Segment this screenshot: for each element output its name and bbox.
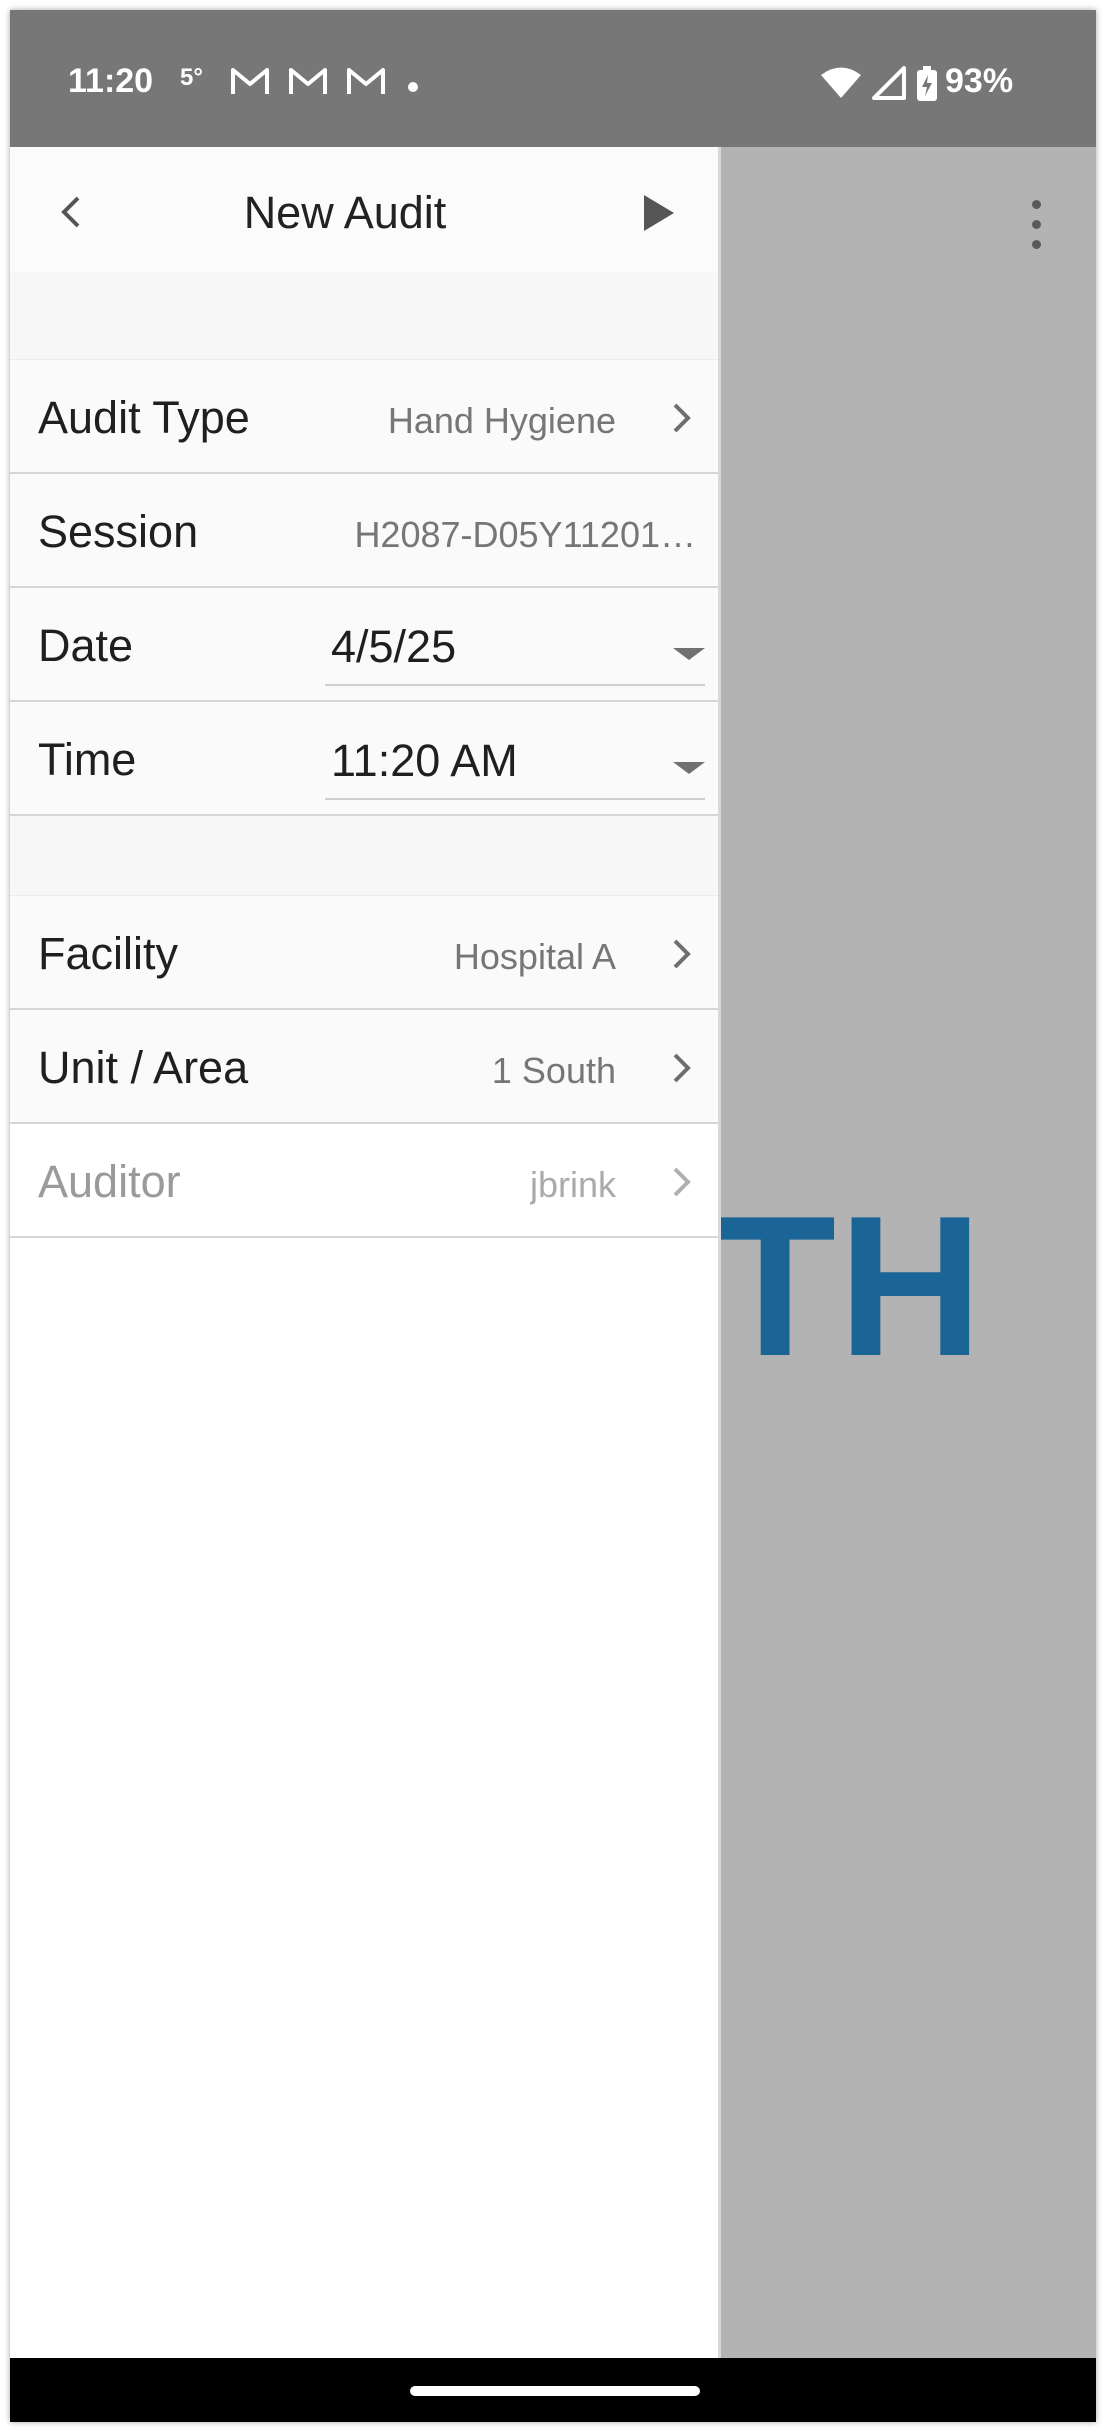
gmail-icon <box>347 68 385 94</box>
battery-percent: 93% <box>945 62 1014 100</box>
facility-value: Hospital A <box>453 936 616 977</box>
gmail-icon <box>231 68 269 94</box>
facility-row[interactable]: Facility Hospital A <box>10 896 718 1010</box>
audit-type-row[interactable]: Audit Type Hand Hygiene <box>10 360 718 474</box>
page-title: New Audit <box>243 187 447 238</box>
new-audit-panel: New Audit Audit Type Hand Hygiene Sessio… <box>10 147 721 2358</box>
battery-charging-icon <box>917 66 937 101</box>
signal-icon <box>872 66 906 100</box>
time-row: Time 11:20 AM <box>10 702 718 816</box>
chevron-right-icon <box>673 1053 691 1083</box>
audit-type-label: Audit Type <box>38 392 250 443</box>
section-spacer <box>10 816 718 896</box>
gmail-icon <box>289 68 327 94</box>
background-logo-text: TH <box>714 1175 985 1398</box>
panel-header: New Audit <box>10 147 718 273</box>
date-value: 4/5/25 <box>331 621 457 672</box>
dropdown-caret-icon <box>673 762 705 774</box>
system-nav-bar <box>10 2358 1096 2422</box>
play-icon[interactable] <box>638 191 678 235</box>
unit-area-value: 1 South <box>491 1050 616 1091</box>
time-value: 11:20 AM <box>331 735 518 786</box>
chevron-right-icon <box>673 1167 691 1197</box>
session-label: Session <box>38 506 199 557</box>
session-row: Session H2087-D05Y11201… <box>10 474 718 588</box>
status-time: 11:20 <box>68 62 154 100</box>
time-picker[interactable]: 11:20 AM <box>325 720 705 800</box>
chevron-right-icon <box>673 403 691 433</box>
wifi-icon <box>821 67 861 98</box>
status-bar: 11:20 5° 93% <box>10 10 1096 147</box>
session-value: H2087-D05Y11201… <box>354 514 696 555</box>
dropdown-caret-icon <box>673 648 705 660</box>
facility-label: Facility <box>38 928 179 979</box>
overflow-menu-icon[interactable] <box>1026 200 1046 270</box>
notification-dot-icon <box>408 82 418 92</box>
status-temperature: 5° <box>180 64 203 91</box>
auditor-row[interactable]: Auditor jbrink <box>10 1124 718 1238</box>
audit-type-value: Hand Hygiene <box>387 400 616 441</box>
date-label: Date <box>38 620 134 671</box>
unit-area-label: Unit / Area <box>38 1042 249 1093</box>
date-picker[interactable]: 4/5/25 <box>325 606 705 686</box>
auditor-label: Auditor <box>38 1156 181 1207</box>
home-gesture-handle[interactable] <box>410 2386 700 2396</box>
chevron-right-icon <box>673 939 691 969</box>
device-screen: 11:20 5° 93% TH New Audit Audit Type Han… <box>10 10 1096 2422</box>
date-row: Date 4/5/25 <box>10 588 718 702</box>
section-spacer <box>10 272 718 360</box>
unit-area-row[interactable]: Unit / Area 1 South <box>10 1010 718 1124</box>
auditor-value: jbrink <box>529 1164 616 1205</box>
time-label: Time <box>38 734 137 785</box>
background-content: TH <box>714 147 1096 2358</box>
